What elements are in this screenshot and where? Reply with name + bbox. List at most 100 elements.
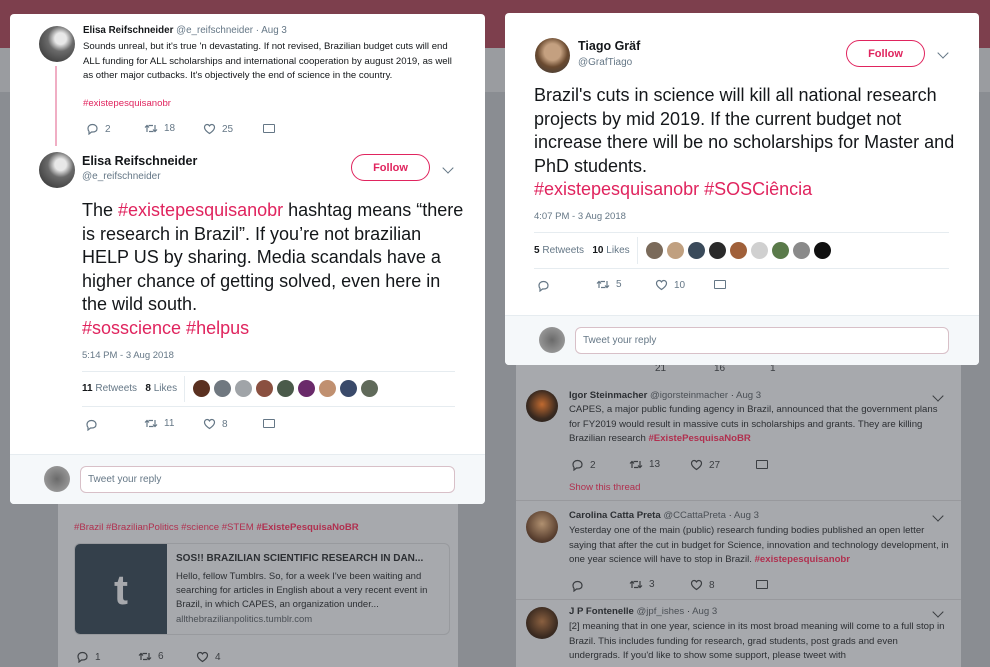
tweet-hashtags[interactable]: #existepesquisanobr #SOSCiência	[534, 179, 812, 199]
bg-show-thread[interactable]: Show this thread	[569, 481, 640, 496]
main-author-handle[interactable]: @e_reifschneider	[82, 171, 161, 182]
retweets-label[interactable]: Retweets	[542, 245, 584, 256]
main-tweet-hashtag-1[interactable]: #existepesquisanobr	[118, 200, 283, 220]
bg-carolina-hashtag[interactable]: #existepesquisanobr	[755, 554, 850, 565]
stats-separator	[637, 237, 638, 264]
liker-avatar[interactable]	[256, 380, 273, 397]
bg-link-card[interactable]: t SOS!! BRAZILIAN SCIENTIFIC RESEARCH IN…	[74, 543, 450, 635]
tweet-body: Brazil's cuts in science will kill all n…	[534, 85, 955, 176]
liker-avatar[interactable]	[751, 242, 768, 259]
main-reply-button[interactable]	[85, 418, 98, 436]
parent-retweet-button[interactable]: 18	[144, 123, 175, 134]
liker-avatar[interactable]	[730, 242, 747, 259]
main-like-button[interactable]: 8	[203, 418, 228, 430]
retweets-label[interactable]: Retweets	[95, 383, 137, 394]
bg-avatar-igor[interactable]	[526, 390, 558, 422]
likes-label[interactable]: Likes	[154, 383, 177, 394]
reply-input[interactable]: Tweet your reply	[80, 466, 455, 493]
liker-avatar[interactable]	[646, 242, 663, 259]
chevron-down-icon[interactable]	[937, 47, 949, 59]
retweet-button[interactable]: 5	[596, 279, 622, 290]
parent-reply-button[interactable]: 2	[86, 123, 111, 135]
reply-section: Tweet your reply	[505, 315, 979, 365]
reply-avatar	[539, 327, 565, 353]
follow-button[interactable]: Follow	[846, 40, 925, 67]
bg-avatar-jp[interactable]	[526, 607, 558, 639]
liker-avatar[interactable]	[688, 242, 705, 259]
bg-igor-handle[interactable]: @igorsteinmacher	[650, 390, 728, 401]
bg-carolina-name[interactable]: Carolina Catta Preta	[569, 510, 661, 521]
bg-jp-name[interactable]: J P Fontenelle	[569, 606, 634, 617]
bg-left-reply[interactable]: 1	[76, 651, 101, 663]
liker-avatar[interactable]	[193, 380, 210, 397]
parent-like-button[interactable]: 25	[203, 123, 233, 135]
mail-icon[interactable]	[714, 280, 726, 289]
bg-carolina-time[interactable]: Aug 3	[734, 510, 759, 521]
bg-left-like[interactable]: 4	[196, 651, 221, 663]
reply-button[interactable]	[537, 279, 550, 297]
bg-igor-retweet-count: 13	[649, 459, 661, 470]
liker-avatar[interactable]	[319, 380, 336, 397]
bg-hashtag-bold[interactable]: #ExistePesquisaNoBR	[256, 522, 358, 533]
likes-count[interactable]: 8	[145, 383, 151, 394]
bg-carolina-like[interactable]: 8	[690, 579, 715, 591]
liker-avatar[interactable]	[235, 380, 252, 397]
liker-avatar[interactable]	[814, 242, 831, 259]
chevron-down-icon[interactable]	[442, 162, 454, 174]
bg-igor-reply[interactable]: 2	[571, 459, 596, 471]
main-author-name[interactable]: Elisa Reifschneider	[82, 154, 197, 168]
parent-tweet-hashtag[interactable]: #existepesquisanobr	[83, 98, 171, 109]
liker-avatar[interactable]	[793, 242, 810, 259]
bg-carolina-handle[interactable]: @CCattaPreta	[663, 510, 726, 521]
retweet-count: 5	[616, 279, 622, 290]
bg-igor-retweet[interactable]: 13	[629, 459, 660, 470]
liker-avatar[interactable]	[340, 380, 357, 397]
parent-author-name[interactable]: Elisa Reifschneider	[83, 25, 173, 36]
author-handle[interactable]: @GrafTiago	[578, 57, 632, 68]
liker-avatar[interactable]	[298, 380, 315, 397]
timestamp[interactable]: 4:07 PM - 3 Aug 2018	[534, 211, 626, 222]
liker-avatar[interactable]	[709, 242, 726, 259]
bg-igor-like[interactable]: 27	[690, 459, 720, 471]
likes-label[interactable]: Likes	[606, 245, 629, 256]
avatar[interactable]	[535, 38, 570, 73]
bg-jp-handle[interactable]: @jpf_ishes	[637, 606, 685, 617]
main-retweet-button[interactable]: 11	[144, 418, 174, 429]
like-button[interactable]: 10	[655, 279, 685, 291]
parent-mail-icon[interactable]	[263, 124, 275, 133]
liker-avatar[interactable]	[772, 242, 789, 259]
main-timestamp[interactable]: 5:14 PM - 3 Aug 2018	[82, 350, 174, 361]
divider	[82, 371, 455, 372]
main-avatar[interactable]	[39, 152, 75, 188]
bg-avatar-carolina[interactable]	[526, 511, 558, 543]
bg-carolina-retweet[interactable]: 3	[629, 579, 655, 590]
author-name[interactable]: Tiago Gräf	[578, 39, 640, 53]
parent-author-handle[interactable]: @e_reifschneider	[176, 25, 253, 36]
bg-divider	[516, 500, 961, 501]
liker-avatar[interactable]	[667, 242, 684, 259]
avatar[interactable]	[39, 26, 75, 62]
reply-input[interactable]: Tweet your reply	[575, 327, 949, 354]
bg-igor-like-count: 27	[709, 459, 721, 471]
retweets-count[interactable]: 5	[534, 245, 540, 256]
bg-carolina-mail-icon[interactable]	[756, 580, 768, 589]
follow-button[interactable]: Follow	[351, 154, 430, 181]
bg-carolina-like-count: 8	[709, 579, 715, 591]
likes-count[interactable]: 10	[592, 245, 603, 256]
liker-avatar[interactable]	[361, 380, 378, 397]
bg-igor-name[interactable]: Igor Steinmacher	[569, 390, 647, 401]
retweet-icon	[629, 580, 643, 589]
bg-igor-hashtag[interactable]: #ExistePesquisaNoBR	[648, 433, 750, 444]
retweets-count[interactable]: 11	[82, 383, 93, 394]
liker-avatar[interactable]	[214, 380, 231, 397]
bg-igor-mail-icon[interactable]	[756, 460, 768, 469]
bg-carolina-reply-icon[interactable]	[571, 579, 584, 597]
bg-igor-time[interactable]: Aug 3	[736, 390, 761, 401]
parent-tweet-time[interactable]: Aug 3	[261, 25, 287, 36]
liker-avatar[interactable]	[277, 380, 294, 397]
divider	[82, 406, 455, 407]
bg-jp-time[interactable]: Aug 3	[692, 606, 717, 617]
main-tweet-hashtags-end[interactable]: #sosscience #helpus	[82, 318, 249, 338]
main-mail-icon[interactable]	[263, 419, 275, 428]
bg-left-retweet[interactable]: 6	[138, 651, 164, 662]
